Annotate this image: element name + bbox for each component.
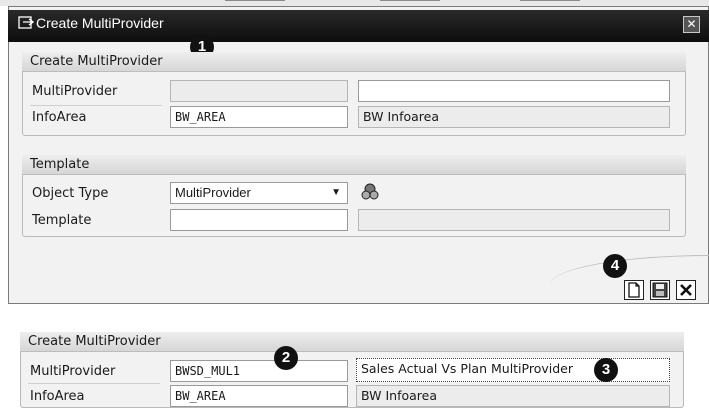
callout-marker-2: 2 bbox=[274, 346, 298, 370]
template-label: Template bbox=[32, 213, 92, 228]
close-icon[interactable]: ✕ bbox=[683, 16, 700, 33]
infoarea-description: BW Infoarea bbox=[358, 106, 670, 128]
new-document-icon[interactable] bbox=[624, 280, 644, 300]
multiprovider-field[interactable] bbox=[170, 80, 348, 102]
save-icon[interactable] bbox=[650, 280, 670, 300]
template-description bbox=[358, 209, 670, 231]
group-header: Template bbox=[22, 155, 686, 175]
object-type-value: MultiProvider bbox=[175, 185, 251, 200]
infoarea-label: InfoArea bbox=[32, 110, 87, 125]
row-divider bbox=[28, 383, 160, 384]
cancel-icon[interactable] bbox=[676, 280, 696, 300]
object-type-dropdown[interactable]: MultiProvider ▼ bbox=[170, 182, 348, 204]
multiprovider-description-field[interactable] bbox=[358, 80, 670, 102]
infoarea-description: BW Infoarea bbox=[356, 385, 670, 407]
object-type-label: Object Type bbox=[32, 186, 109, 201]
row-divider bbox=[30, 105, 162, 106]
hierarchy-icon[interactable] bbox=[360, 183, 380, 201]
multiprovider-label: MultiProvider bbox=[30, 364, 116, 379]
infoarea-field[interactable]: BW_AREA bbox=[170, 385, 348, 407]
callout-marker-3: 3 bbox=[594, 358, 618, 382]
template-field[interactable] bbox=[170, 209, 348, 231]
multiprovider-label: MultiProvider bbox=[32, 84, 118, 99]
infoarea-label: InfoArea bbox=[30, 389, 85, 404]
group-header: Create MultiProvider bbox=[20, 332, 684, 352]
dialog-icon bbox=[18, 16, 36, 34]
group-header: Create MultiProvider bbox=[22, 52, 686, 72]
multiprovider-field[interactable]: BWSD_MUL1 bbox=[170, 360, 348, 382]
infoarea-field[interactable]: BW_AREA bbox=[170, 106, 348, 128]
callout-marker-4: 4 bbox=[603, 254, 627, 278]
chevron-down-icon[interactable]: ▼ bbox=[331, 183, 341, 203]
dialog-title: Create MultiProvider bbox=[36, 15, 164, 31]
multiprovider-description-field[interactable]: Sales Actual Vs Plan MultiProvider bbox=[356, 358, 670, 382]
